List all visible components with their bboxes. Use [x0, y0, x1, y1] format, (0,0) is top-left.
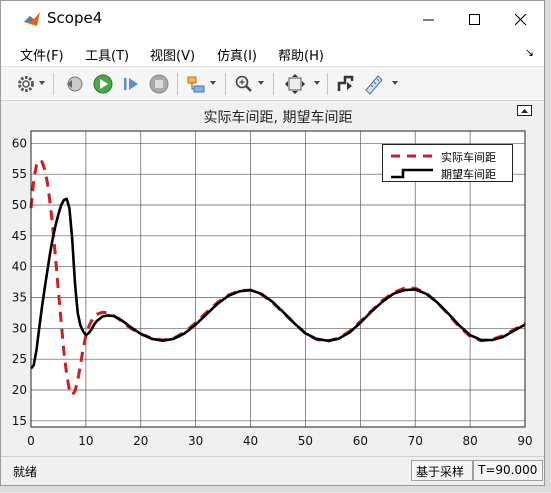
sim-time-indicator: T=90.000	[473, 460, 543, 481]
line-chart: 0 10 20 30 40 50 60 70 80 90 15 20 25 30 35 40 45 50 55 60	[12, 130, 533, 448]
legend-swatch-desired	[391, 168, 433, 179]
status-ready: 就绪	[13, 465, 38, 479]
x-tick-label: 50	[298, 434, 313, 448]
y-tick-label: 15	[12, 414, 27, 428]
x-tick-label: 70	[408, 434, 423, 448]
x-tick-label: 0	[27, 434, 35, 448]
status-bar: 就绪 基于采样 T=90.000	[1, 456, 544, 485]
legend-label-desired: 期望车间距	[441, 168, 496, 181]
x-tick-label: 10	[78, 434, 93, 448]
y-tick-label: 25	[12, 352, 27, 366]
y-tick-label: 60	[12, 136, 27, 150]
x-tick-label: 40	[243, 434, 258, 448]
legend-entry-desired: 期望车间距	[383, 164, 512, 181]
chart-legend: 实际车间距 期望车间距	[382, 144, 513, 182]
y-tick-label: 50	[12, 198, 27, 212]
y-tick-label: 40	[12, 260, 27, 274]
x-tick-label: 30	[188, 434, 203, 448]
x-tick-label: 90	[517, 434, 532, 448]
y-tick-label: 35	[12, 291, 27, 305]
y-tick-label: 30	[12, 321, 27, 335]
legend-entry-actual: 实际车间距	[383, 147, 512, 164]
y-tick-label: 45	[12, 229, 27, 243]
y-tick-label: 55	[12, 167, 27, 181]
scope-window: Scope4 文件(F) 工具(T) 视图(V) 仿真(I) 帮助(H) ↘ 实…	[0, 0, 545, 486]
legend-swatch-actual	[391, 154, 433, 158]
x-tick-label: 80	[462, 434, 477, 448]
y-tick-label: 20	[12, 383, 27, 397]
x-tick-label: 20	[133, 434, 148, 448]
legend-label-actual: 实际车间距	[441, 151, 496, 164]
sample-mode-indicator: 基于采样	[411, 460, 473, 481]
x-tick-label: 60	[353, 434, 368, 448]
